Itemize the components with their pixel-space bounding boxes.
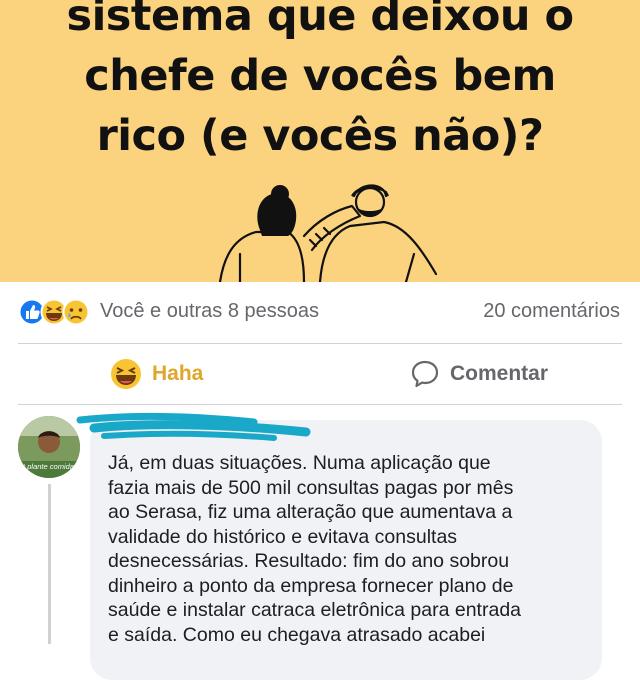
headline-line: chefe de vocês bem: [84, 51, 556, 101]
reactions-summary[interactable]: Você e outras 8 pessoas: [100, 300, 319, 323]
post-image-headline: sistema que deixou o chefe de vocês bem …: [0, 0, 640, 166]
post-image-banner: sistema que deixou o chefe de vocês bem …: [0, 0, 640, 282]
avatar[interactable]: # plante comida: [18, 416, 80, 478]
comment-text: Já, em duas situações. Numa aplicação qu…: [108, 451, 592, 647]
divider: [18, 404, 622, 405]
comment-line: validade do histórico e evitava consulta…: [108, 525, 458, 548]
comment-line: fazia mais de 500 mil consultas pagas po…: [108, 476, 514, 499]
reaction-icons[interactable]: [18, 298, 98, 326]
headline-line: sistema que deixou o: [66, 0, 574, 41]
comment-count-link[interactable]: 20 comentários: [483, 300, 620, 323]
haha-label: Haha: [152, 362, 204, 385]
comment-line: saúde e instalar catraca eletrônica para…: [108, 599, 522, 621]
comment-line: ao Serasa, fiz uma alteração que aumenta…: [108, 501, 513, 523]
divider: [18, 343, 622, 344]
sad-icon: [62, 298, 90, 326]
headline-line: rico (e vocês não)?: [96, 111, 544, 161]
comment-line: e saída. Como eu chegava atrasado acabei: [108, 623, 486, 646]
comment-line: dinheiro a ponto da empresa fornecer pla…: [108, 574, 514, 597]
comment-label: Comentar: [450, 362, 549, 385]
haha-button[interactable]: Haha: [110, 356, 203, 392]
people-illustration: [218, 184, 438, 282]
speech-bubble-icon: [411, 360, 439, 388]
redaction-scribble: [76, 412, 311, 441]
comment-button[interactable]: Comentar: [410, 356, 548, 392]
avatar-badge: # plante comida: [21, 462, 74, 471]
haha-icon: [111, 359, 141, 389]
comment-line: Já, em duas situações. Numa aplicação qu…: [108, 452, 491, 474]
reply-thread-line: [48, 484, 51, 644]
comment-line: desnecessárias. Resultado: fim do ano so…: [108, 550, 510, 572]
